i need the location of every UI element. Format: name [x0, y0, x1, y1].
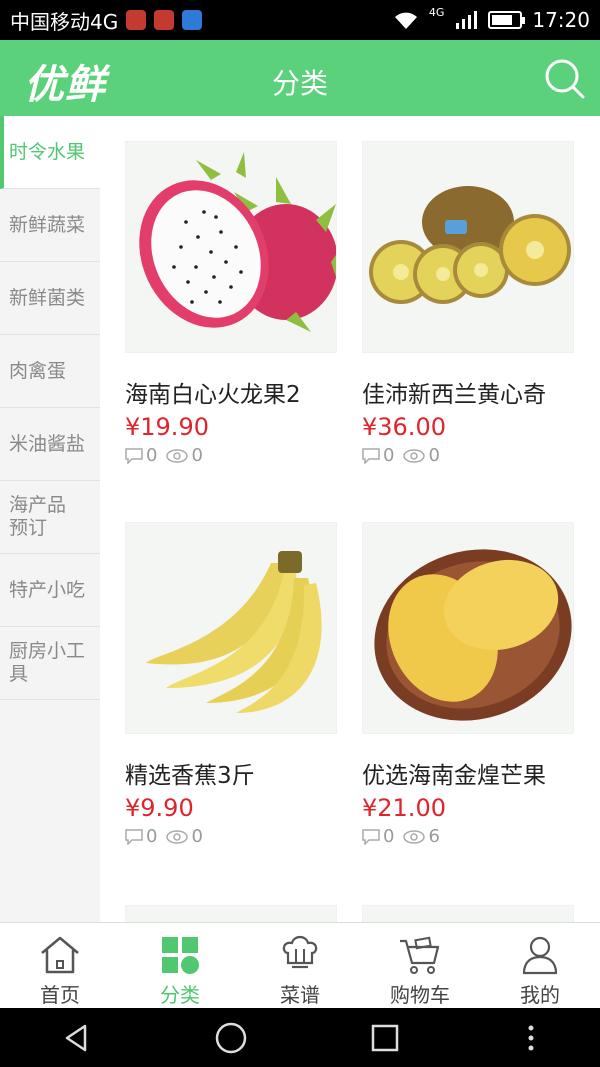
- product-card[interactable]: 精选香蕉3斤 ¥9.90 0 0: [125, 522, 339, 847]
- home-circle-icon[interactable]: [213, 1020, 249, 1056]
- product-card[interactable]: 优选海南金煌芒果 ¥21.00 0 6: [362, 522, 576, 847]
- sidebar-item-rice-oil-sauce[interactable]: 米油酱盐: [0, 408, 100, 481]
- nav-label: 菜谱: [280, 983, 320, 1007]
- product-price: ¥21.00: [362, 794, 446, 822]
- nav-home[interactable]: 首页: [0, 923, 120, 1008]
- sidebar-item-kitchen-tools[interactable]: 厨房小工具: [0, 627, 100, 700]
- comment-icon: [125, 828, 143, 845]
- nav-category[interactable]: 分类: [120, 923, 240, 1008]
- search-icon[interactable]: [542, 56, 586, 100]
- comment-count: 0: [383, 445, 395, 466]
- gallery-icon: [182, 10, 203, 30]
- product-image[interactable]: [362, 905, 574, 922]
- recents-icon[interactable]: [367, 1020, 403, 1056]
- views-icon: [166, 448, 189, 463]
- product-name: 海南白心火龙果2: [125, 382, 301, 408]
- product-stats: 0 0: [125, 445, 339, 466]
- comment-icon: [362, 828, 380, 845]
- system-nav-bar: [0, 1008, 600, 1067]
- bottom-navigation: 首页 分类 菜谱 购物车 我的: [0, 922, 600, 1008]
- view-count: 0: [428, 445, 440, 466]
- app-header: 优鲜 分类: [0, 40, 600, 116]
- sidebar-item-label: 厨房小工具: [9, 640, 86, 685]
- product-stats: 0 0: [362, 445, 576, 466]
- comment-count: 0: [146, 445, 158, 466]
- comment-icon: [125, 447, 143, 464]
- product-name: 佳沛新西兰黄心奇: [362, 382, 546, 408]
- view-count: 0: [191, 445, 203, 466]
- category-icon: [162, 937, 199, 974]
- notification-icon: [154, 10, 175, 30]
- views-icon: [403, 448, 426, 463]
- sidebar-item-label: 肉禽蛋: [9, 359, 67, 382]
- nav-profile[interactable]: 我的: [480, 923, 600, 1008]
- product-price: ¥19.90: [125, 413, 209, 441]
- nav-label: 首页: [40, 983, 80, 1007]
- product-card[interactable]: 海南白心火龙果2 ¥19.90 0 0: [125, 141, 339, 466]
- product-price: ¥36.00: [362, 413, 446, 441]
- product-stats: 0 0: [125, 826, 339, 847]
- nav-label: 分类: [160, 983, 200, 1007]
- sidebar-item-label: 时令水果: [9, 140, 86, 163]
- signal-icon: [456, 11, 478, 29]
- sidebar-item-seafood-preorder[interactable]: 海产品预订: [0, 481, 100, 554]
- product-price: ¥9.90: [125, 794, 194, 822]
- clock: 17:20: [532, 8, 590, 32]
- view-count: 6: [428, 826, 440, 847]
- view-count: 0: [191, 826, 203, 847]
- battery-icon: [488, 11, 526, 29]
- sidebar-item-meat-poultry-eggs[interactable]: 肉禽蛋: [0, 335, 100, 408]
- sidebar-item-fresh-vegetables[interactable]: 新鲜蔬菜: [0, 189, 100, 262]
- product-card[interactable]: [125, 905, 339, 922]
- sidebar-item-label: 米油酱盐: [9, 432, 86, 455]
- page-title: 分类: [271, 67, 328, 100]
- carrier-label: 中国移动4G: [10, 9, 119, 34]
- nav-label: 我的: [520, 983, 560, 1007]
- nav-label: 购物车: [390, 983, 450, 1007]
- views-icon: [166, 829, 189, 844]
- views-icon: [403, 829, 426, 844]
- product-card[interactable]: 佳沛新西兰黄心奇 ¥36.00 0 0: [362, 141, 576, 466]
- nav-recipe[interactable]: 菜谱: [240, 923, 360, 1008]
- product-card[interactable]: [362, 905, 576, 922]
- product-image-banana[interactable]: [125, 522, 337, 734]
- recipe-icon: [282, 935, 318, 969]
- product-grid: 海南白心火龙果2 ¥19.90 0 0 佳沛新西兰黄心奇 ¥36.00 0 0 …: [100, 116, 600, 922]
- product-image-dragon-fruit[interactable]: [125, 141, 337, 353]
- network-type: 4G: [428, 5, 445, 19]
- status-bar: 中国移动4G 4G 17:20: [0, 0, 600, 40]
- nav-cart[interactable]: 购物车: [360, 923, 480, 1008]
- sidebar-item-label: 新鲜蔬菜: [9, 213, 86, 236]
- home-icon: [41, 936, 79, 974]
- sidebar-item-specialty-snacks[interactable]: 特产小吃: [0, 554, 100, 627]
- product-image-kiwi[interactable]: [362, 141, 574, 353]
- comment-icon: [362, 447, 380, 464]
- product-image[interactable]: [125, 905, 337, 922]
- product-stats: 0 6: [362, 826, 576, 847]
- sidebar-item-label: 新鲜菌类: [9, 286, 86, 309]
- cart-icon: [400, 936, 440, 974]
- category-sidebar: 时令水果 新鲜蔬菜 新鲜菌类 肉禽蛋 米油酱盐 海产品预订 特产小吃 厨房小工具: [0, 116, 100, 922]
- comment-count: 0: [146, 826, 158, 847]
- sidebar-item-label: 海产品预订: [9, 494, 67, 539]
- profile-icon: [522, 936, 558, 975]
- product-name: 精选香蕉3斤: [125, 763, 255, 789]
- sidebar-item-fresh-mushrooms[interactable]: 新鲜菌类: [0, 262, 100, 335]
- notification-icon: [126, 10, 147, 30]
- sidebar-item-label: 特产小吃: [9, 578, 86, 601]
- comment-count: 0: [383, 826, 395, 847]
- sidebar-item-seasonal-fruit[interactable]: 时令水果: [0, 116, 100, 189]
- menu-dots-icon[interactable]: [521, 1020, 541, 1056]
- product-name: 优选海南金煌芒果: [362, 763, 546, 789]
- wifi-icon: [394, 12, 417, 29]
- back-icon[interactable]: [59, 1020, 95, 1056]
- product-image-mango[interactable]: [362, 522, 574, 734]
